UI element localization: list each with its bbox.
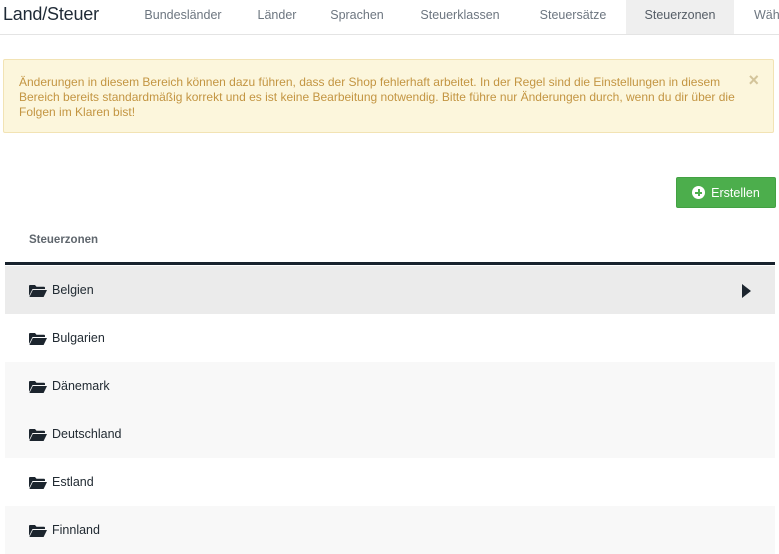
table-row[interactable]: Deutschland [5,410,775,458]
tab-sprachen[interactable]: Sprachen [318,0,396,34]
create-button[interactable]: Erstellen [676,177,776,208]
tab-laender[interactable]: Länder [245,0,309,34]
alert-message: Änderungen in diesem Bereich können dazu… [19,75,735,119]
table-header-divider [5,262,775,265]
folder-open-icon [29,477,47,489]
warning-alert: Änderungen in diesem Bereich können dazu… [3,59,774,133]
tab-steuerklassen[interactable]: Steuerklassen [406,0,514,34]
folder-open-icon [29,381,47,393]
tab-waehrungen[interactable]: Währ [740,0,779,34]
close-icon[interactable]: × [748,71,759,89]
row-label: Deutschland [52,427,122,441]
tab-bundeslaender[interactable]: Bundesländer [130,0,236,34]
row-label: Bulgarien [52,331,105,345]
row-label: Estland [52,475,94,489]
table-row[interactable]: Estland [5,458,775,506]
table-row[interactable]: Belgien [5,266,775,314]
table-row[interactable]: Bulgarien [5,314,775,362]
folder-open-icon [29,525,47,537]
caret-right-icon[interactable] [742,284,751,298]
folder-open-icon [29,429,47,441]
table-row[interactable]: Dänemark [5,362,775,410]
row-label: Belgien [52,283,94,297]
row-label: Finnland [52,523,100,537]
tab-steuersaetze[interactable]: Steuersätze [524,0,622,34]
top-header: Land/Steuer Bundesländer Länder Sprachen… [0,0,779,35]
page-title: Land/Steuer [3,4,99,24]
folder-open-icon [29,333,47,345]
plus-circle-icon [692,186,706,199]
create-button-label: Erstellen [711,185,760,200]
table-row[interactable]: Finnland [5,506,775,554]
row-label: Dänemark [52,379,110,393]
table-header-steuerzonen: Steuerzonen [29,234,99,246]
folder-open-icon [29,285,47,297]
tab-steuerzonen[interactable]: Steuerzonen [626,0,734,34]
